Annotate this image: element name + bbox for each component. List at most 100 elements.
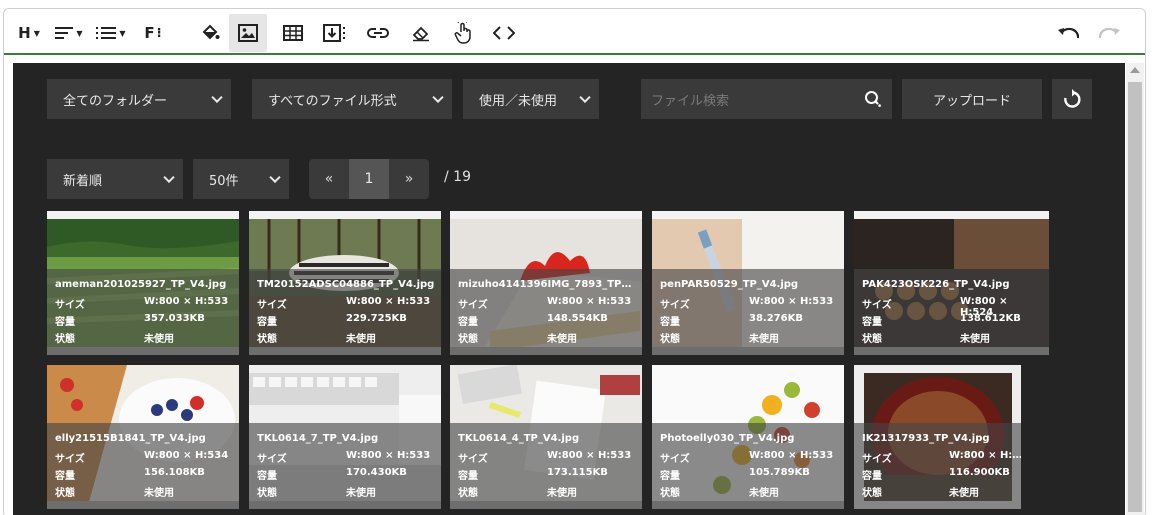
size-value: W:800 × H:533	[144, 296, 229, 307]
pagination-prev-button[interactable]: «	[309, 159, 349, 199]
refresh-icon	[1064, 89, 1081, 108]
source-code-button[interactable]	[490, 20, 518, 46]
usage-select[interactable]: 使用／未使用	[463, 79, 599, 119]
file-button[interactable]	[320, 20, 350, 46]
image-card[interactable]: elly21515B1841_TP_V4.jpg サイズ W:800 × H:53…	[47, 365, 239, 509]
fill-color-button[interactable]	[197, 20, 223, 46]
status-value: 未使用	[547, 334, 577, 345]
card-footer-bar	[652, 501, 844, 509]
image-card[interactable]: Photoelly030_TP_V4.jpg サイズ W:800 × H:533 …	[652, 365, 844, 509]
paint-bucket-icon	[202, 24, 220, 40]
pointer-button[interactable]	[450, 20, 476, 46]
usage-select-value: 使用／未使用	[479, 93, 558, 109]
image-icon	[238, 24, 258, 42]
image-info-overlay: TKL0614_4_TP_V4.jpg サイズ W:800 × H:533 容量 1…	[450, 423, 642, 509]
capacity-label: 容量	[458, 471, 478, 482]
pagination-next-button[interactable]: »	[389, 159, 429, 199]
redo-icon	[1099, 27, 1120, 39]
list-icon	[96, 27, 117, 39]
image-info-overlay: Photoelly030_TP_V4.jpg サイズ W:800 × H:533 …	[652, 423, 844, 509]
chevron-down-icon	[211, 91, 223, 104]
card-footer-bar	[249, 347, 441, 355]
clear-format-button[interactable]	[408, 20, 434, 46]
size-value: W:800 × H:533	[346, 296, 431, 307]
caret-down-icon: ▼	[33, 28, 40, 38]
heading-button[interactable]: H ▼	[12, 20, 46, 46]
undo-icon	[1058, 27, 1079, 39]
per-page-select[interactable]: 50件	[193, 159, 289, 199]
image-filename: mizuho4141396IMG_7893_TP…	[458, 279, 632, 290]
status-value: 未使用	[749, 488, 779, 499]
capacity-label: 容量	[862, 317, 882, 328]
capacity-value: 138.612KB	[960, 313, 1021, 324]
size-label: サイズ	[862, 454, 892, 465]
capacity-label: 容量	[458, 317, 478, 328]
image-filename: elly21515B1841_TP_V4.jpg	[55, 433, 206, 444]
capacity-value: 170.430KB	[346, 467, 407, 478]
chevron-down-icon	[579, 91, 591, 104]
status-label: 状態	[660, 334, 680, 345]
status-label: 状態	[55, 334, 75, 345]
image-card[interactable]: penPAR50529_TP_V4.jpg サイズ W:800 × H:533 容…	[652, 211, 844, 355]
code-icon	[493, 26, 515, 40]
image-filename: TKL0614_7_TP_V4.jpg	[257, 433, 379, 444]
status-label: 状態	[862, 488, 882, 499]
image-card[interactable]: TM20152ADSC04886_TP_V4.jpg サイズ W:800 × H:…	[249, 211, 441, 355]
capacity-label: 容量	[55, 471, 75, 482]
image-filename: ameman201025927_TP_V4.jpg	[55, 279, 227, 290]
image-card[interactable]: TKL0614_7_TP_V4.jpg サイズ W:800 × H:533 容量 1…	[249, 365, 441, 509]
redo-button[interactable]	[1096, 20, 1124, 46]
image-info-overlay: PAK423OSK226_TP_V4.jpg サイズ W:800 × H:524 …	[854, 269, 1049, 355]
align-left-icon	[55, 27, 74, 39]
next-label: »	[404, 171, 414, 187]
image-card[interactable]: TKL0614_4_TP_V4.jpg サイズ W:800 × H:533 容量 1…	[450, 365, 642, 509]
size-value: W:800 × H:533	[547, 296, 632, 307]
upload-button-label: アップロード	[932, 93, 1011, 109]
size-label: サイズ	[862, 300, 892, 311]
image-button[interactable]	[229, 14, 267, 52]
link-icon	[367, 28, 389, 38]
link-button[interactable]	[365, 20, 391, 46]
scroll-up-arrow-icon[interactable]	[1130, 67, 1140, 73]
image-card[interactable]: mizuho4141396IMG_7893_TP… サイズ W:800 × H:5…	[450, 211, 642, 355]
pagination-current-page[interactable]: 1	[349, 159, 389, 199]
table-icon	[283, 25, 303, 41]
size-label: サイズ	[660, 300, 690, 311]
list-button[interactable]: ▼	[93, 20, 129, 46]
capacity-value: 229.725KB	[346, 313, 407, 324]
card-footer-bar	[450, 501, 642, 509]
sort-select[interactable]: 新着順	[47, 159, 183, 199]
capacity-value: 38.276KB	[749, 313, 803, 324]
status-label: 状態	[257, 334, 277, 345]
more-dots-icon: ⁝	[156, 25, 162, 41]
caret-down-icon: ▼	[119, 28, 126, 38]
folder-select[interactable]: 全てのフォルダー	[47, 79, 231, 119]
upload-button[interactable]: アップロード	[902, 79, 1042, 119]
align-button[interactable]: ▼	[52, 20, 86, 46]
image-info-overlay: TKL0614_7_TP_V4.jpg サイズ W:800 × H:533 容量 1…	[249, 423, 441, 509]
chevron-down-icon	[163, 171, 175, 184]
search-icon[interactable]	[864, 90, 882, 108]
capacity-label: 容量	[660, 471, 680, 482]
refresh-button[interactable]	[1052, 79, 1092, 119]
status-value: 未使用	[346, 488, 376, 499]
image-card[interactable]: IK21317933_TP_V4.jpg サイズ W:800 × H:… 容量 11…	[854, 365, 1021, 509]
status-value: 未使用	[960, 334, 990, 345]
image-card[interactable]: ameman201025927_TP_V4.jpg サイズ W:800 × H:5…	[47, 211, 239, 355]
capacity-value: 357.033KB	[144, 313, 205, 324]
scrollbar-thumb[interactable]	[1128, 82, 1142, 512]
size-label: サイズ	[257, 454, 287, 465]
card-footer-bar	[652, 347, 844, 355]
undo-button[interactable]	[1054, 20, 1082, 46]
image-card[interactable]: PAK423OSK226_TP_V4.jpg サイズ W:800 × H:524 …	[854, 211, 1049, 355]
image-info-overlay: ameman201025927_TP_V4.jpg サイズ W:800 × H:5…	[47, 269, 239, 355]
image-filename: penPAR50529_TP_V4.jpg	[660, 279, 799, 290]
file-type-select[interactable]: すべてのファイル形式	[252, 79, 452, 119]
font-button[interactable]: F ⁝	[140, 20, 166, 46]
status-value: 未使用	[346, 334, 376, 345]
card-footer-bar	[47, 347, 239, 355]
table-button[interactable]	[280, 20, 306, 46]
capacity-label: 容量	[862, 471, 882, 482]
file-search-input[interactable]: ファイル検索	[641, 79, 892, 119]
status-label: 状態	[458, 488, 478, 499]
